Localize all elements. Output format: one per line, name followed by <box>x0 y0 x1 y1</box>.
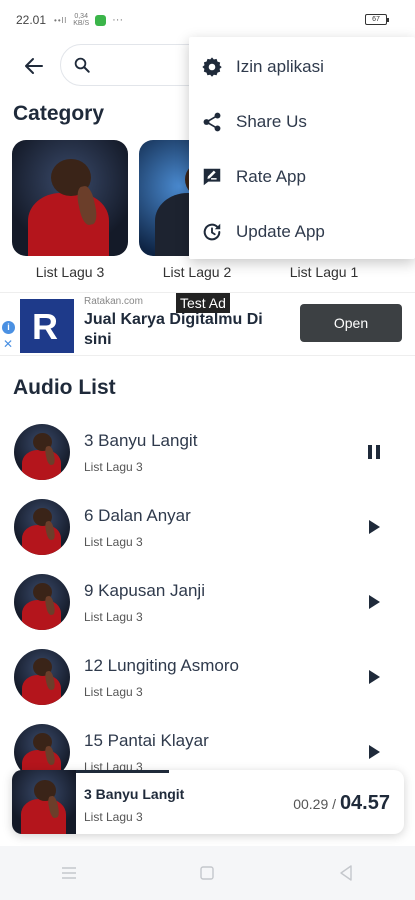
category-heading: Category <box>13 102 105 125</box>
audio-list-item[interactable]: 12 Lungiting Asmoro List Lagu 3 <box>0 649 415 726</box>
play-button[interactable] <box>362 740 386 764</box>
song-avatar <box>14 499 70 555</box>
player-time-separator: / <box>328 796 340 812</box>
menu-item-update-app[interactable]: Update App <box>189 204 415 259</box>
back-button[interactable] <box>18 50 50 82</box>
song-title: 9 Kapusan Janji <box>84 581 205 600</box>
singer-photo <box>12 140 128 256</box>
song-subtitle: List Lagu 3 <box>84 610 143 624</box>
category-label: List Lagu 2 <box>162 264 232 280</box>
song-title: 3 Banyu Langit <box>84 431 198 450</box>
player-thumbnail <box>12 770 76 834</box>
system-navigation-bar <box>0 846 415 900</box>
update-icon <box>200 220 224 244</box>
play-icon <box>368 520 380 534</box>
singer-photo <box>14 499 70 555</box>
play-button[interactable] <box>362 515 386 539</box>
mini-player[interactable]: 3 Banyu Langit List Lagu 3 00.29 / 04.57 <box>12 770 404 834</box>
network-speed-unit: KB/S <box>73 20 90 27</box>
home-button[interactable] <box>187 853 227 893</box>
song-title: 15 Pantai Klayar <box>84 731 209 750</box>
song-avatar <box>14 649 70 705</box>
singer-photo <box>14 574 70 630</box>
ad-logo-letter: R <box>32 306 58 347</box>
category-label: List Lagu 3 <box>35 264 105 280</box>
player-time: 00.29 / 04.57 <box>293 792 390 815</box>
menu-item-label: Update App <box>236 221 325 241</box>
square-icon <box>200 866 215 880</box>
triangle-back-icon <box>340 865 352 881</box>
menu-item-izin-aplikasi[interactable]: Izin aplikasi <box>189 39 415 94</box>
player-song-subtitle: List Lagu 3 <box>84 810 143 824</box>
audio-list-heading: Audio List <box>13 376 116 399</box>
song-avatar <box>14 574 70 630</box>
test-ad-badge: Test Ad <box>176 293 230 313</box>
share-icon <box>200 110 224 134</box>
song-subtitle: List Lagu 3 <box>84 535 143 549</box>
status-bar: 22.01 ••ll 0,34 KB/S ··· 67 <box>0 0 415 40</box>
audio-list-item[interactable]: 9 Kapusan Janji List Lagu 3 <box>0 574 415 651</box>
system-back-button[interactable] <box>326 853 366 893</box>
menu-item-label: Izin aplikasi <box>236 56 324 76</box>
network-speed-value: 0,34 <box>74 13 88 20</box>
player-elapsed: 00.29 <box>293 796 329 812</box>
ad-domain: Ratakan.com <box>84 296 143 307</box>
menu-item-label: Rate App <box>236 166 306 186</box>
menu-item-rate-app[interactable]: Rate App <box>189 149 415 204</box>
app-screen: 22.01 ••ll 0,34 KB/S ··· 67 Category Lis… <box>0 0 415 900</box>
battery-icon: 67 <box>365 14 389 25</box>
song-subtitle: List Lagu 3 <box>84 685 143 699</box>
ad-headline[interactable]: Jual Karya Digitalmu Di sini <box>84 310 294 350</box>
category-thumbnail <box>12 140 128 256</box>
overflow-menu: Izin aplikasi Share Us Rate App Update A… <box>189 37 415 259</box>
audio-list-item[interactable]: 3 Banyu Langit List Lagu 3 <box>0 424 415 501</box>
ad-info-icon[interactable]: i <box>2 321 15 334</box>
song-title: 6 Dalan Anyar <box>84 506 191 525</box>
back-arrow-icon <box>25 58 43 74</box>
singer-photo <box>12 770 76 834</box>
song-subtitle: List Lagu 3 <box>84 460 143 474</box>
status-time: 22.01 <box>16 13 47 27</box>
category-label: List Lagu 1 <box>289 264 359 280</box>
song-avatar <box>14 424 70 480</box>
more-notifications-icon: ··· <box>112 14 124 26</box>
singer-photo <box>14 424 70 480</box>
search-icon <box>74 57 90 73</box>
player-duration: 04.57 <box>339 792 390 814</box>
signal-icon: ••ll <box>54 15 68 25</box>
play-button[interactable] <box>362 590 386 614</box>
gear-icon <box>200 55 224 79</box>
ad-open-button[interactable]: Open <box>300 304 402 342</box>
play-icon <box>368 595 380 609</box>
rate-icon <box>200 165 224 189</box>
pause-icon <box>368 445 380 459</box>
recents-button[interactable] <box>49 853 89 893</box>
category-card-list-lagu-3[interactable]: List Lagu 3 <box>12 140 128 280</box>
play-button[interactable] <box>362 665 386 689</box>
menu-item-share-us[interactable]: Share Us <box>189 94 415 149</box>
singer-photo <box>14 649 70 705</box>
play-icon <box>368 745 380 759</box>
network-speed: 0,34 KB/S <box>73 13 89 27</box>
menu-item-label: Share Us <box>236 111 307 131</box>
player-song-title: 3 Banyu Langit <box>84 786 185 802</box>
song-title: 12 Lungiting Asmoro <box>84 656 239 675</box>
menu-lines-icon <box>62 867 77 879</box>
audio-list-item[interactable]: 6 Dalan Anyar List Lagu 3 <box>0 499 415 576</box>
play-icon <box>368 670 380 684</box>
pause-button[interactable] <box>362 440 386 464</box>
ad-close-icon[interactable]: ✕ <box>3 337 13 351</box>
ad-logo: R <box>20 299 74 353</box>
notification-app-icon <box>95 14 107 26</box>
